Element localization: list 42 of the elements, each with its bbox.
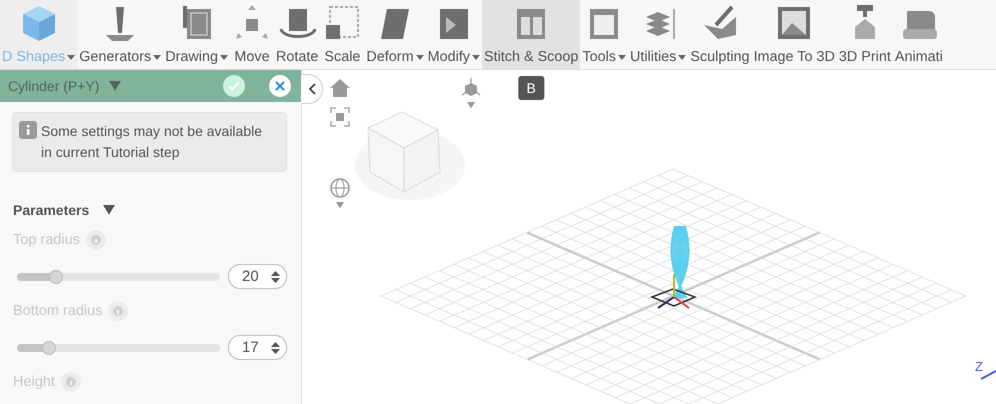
toolbar-button[interactable]: Animati [892,0,945,69]
axis-label: Z [975,359,983,374]
toolbar-button[interactable]: Scale [320,0,364,69]
toolbar-button[interactable]: Deform [364,0,426,69]
toolbar-button[interactable]: Image To 3D [752,0,837,69]
caret-icon [153,54,162,60]
notice-text: Some settings may not be available in current Tutorial step [41,122,264,162]
toolbar-button[interactable]: Modify [426,0,482,69]
caret-icon [618,54,626,60]
close-icon [275,81,285,91]
fit-view-icon[interactable] [330,107,350,127]
spinner-icon[interactable] [271,340,280,354]
check-icon [228,81,240,91]
panel-title: Cylinder (P+Y) [8,78,100,94]
toolbar-button[interactable]: Utilities [628,0,688,69]
confirm-button[interactable] [223,75,245,97]
caret-icon [67,54,76,60]
home-icon[interactable] [330,79,350,97]
spinner-icon[interactable] [271,270,280,284]
toolbar-button[interactable]: 3D Print [836,0,893,69]
toolbar-button[interactable]: Sculpting [688,0,752,69]
caret-icon [416,54,424,60]
caret-icon[interactable] [103,205,116,215]
globe-icon[interactable] [330,178,350,198]
toolbar-button[interactable]: Move [230,0,274,69]
slider-track[interactable] [17,272,220,280]
chevron-left-icon [308,83,316,95]
toolbar-button[interactable]: Generators [77,0,164,69]
caret-icon [678,54,686,60]
collapse-panel-button[interactable] [301,74,323,104]
caret-icon [220,54,228,60]
slider-track[interactable] [17,344,220,352]
caret-icon [472,54,480,60]
toolbar-button[interactable]: Drawing [163,0,230,69]
z-axis-line [980,370,996,380]
axes-cube-icon[interactable] [460,78,482,98]
section-title[interactable]: Parameters [13,202,90,218]
toolbar-button[interactable]: Rotate [274,0,320,69]
shortcut-tooltip: B [518,76,544,100]
info-icon [19,121,37,139]
toolbar-button[interactable]: Tools [580,0,628,69]
close-button[interactable] [269,75,291,97]
